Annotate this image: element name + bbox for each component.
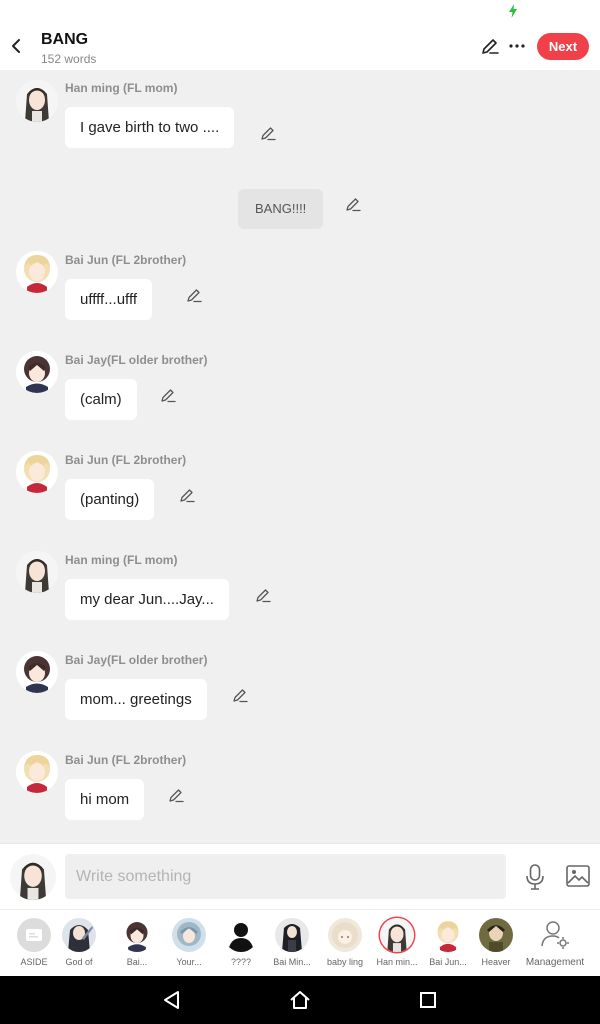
avatar-god-of [62, 918, 96, 952]
message-bubble[interactable]: (calm) [65, 379, 137, 420]
system-nav-bar [0, 976, 600, 1024]
message-bubble[interactable]: my dear Jun....Jay... [65, 579, 229, 620]
current-speaker-avatar[interactable] [10, 854, 56, 900]
avatar-bai-min [275, 918, 309, 952]
character-item[interactable]: Heaver [474, 918, 518, 967]
message-bubble[interactable]: I gave birth to two .... [65, 107, 235, 148]
edit-message-icon[interactable] [179, 487, 195, 503]
avatar-baby-ling [328, 918, 362, 952]
character-label: ASIDE [20, 957, 48, 967]
edit-message-icon[interactable] [232, 687, 248, 703]
avatar-bai-jay[interactable] [16, 651, 58, 693]
message-input[interactable]: Write something [65, 854, 506, 899]
aside-bubble[interactable]: BANG!!!! [238, 189, 324, 229]
character-item[interactable]: ???? [216, 918, 266, 967]
image-icon[interactable] [566, 865, 590, 887]
character-item[interactable]: Bai Jun... [423, 918, 473, 967]
avatar-silhouette [224, 918, 258, 952]
more-options-icon[interactable] [508, 36, 526, 56]
avatar-bai-jun[interactable] [16, 751, 58, 793]
character-label: Bai Jun... [429, 957, 467, 967]
management-label: Management [525, 957, 585, 968]
character-label: baby ling [326, 957, 364, 967]
management-icon [541, 921, 569, 949]
edit-message-icon[interactable] [186, 287, 202, 303]
avatar-bai-jun[interactable] [16, 451, 58, 493]
message-bubble[interactable]: (panting) [65, 479, 155, 520]
nav-back-icon[interactable] [160, 988, 184, 1012]
avatar-bai-jun [431, 918, 465, 952]
character-label: Han min... [376, 957, 418, 967]
microphone-icon[interactable] [524, 863, 546, 891]
edit-message-icon[interactable] [345, 196, 361, 212]
character-item-selected[interactable]: Han min... [372, 918, 422, 967]
story-title: BANG [41, 31, 89, 48]
charging-bolt-icon [509, 4, 517, 18]
character-label: Bai... [126, 957, 148, 967]
avatar-your [172, 918, 206, 952]
character-item[interactable]: Your... [164, 918, 214, 967]
character-item[interactable]: Bai Min... [267, 918, 317, 967]
edit-title-icon[interactable] [480, 36, 500, 56]
aside-icon [17, 918, 51, 952]
avatar-bai-jay[interactable] [16, 351, 58, 393]
avatar-heaver [479, 918, 513, 952]
character-label: Your... [176, 957, 202, 967]
speaker-name: Han ming (FL mom) [65, 81, 178, 95]
message-bubble[interactable]: uffff...ufff [65, 279, 153, 320]
avatar-bai-jun[interactable] [16, 251, 58, 293]
edit-message-icon[interactable] [168, 787, 184, 803]
speaker-name: Bai Jay(FL older brother) [65, 353, 208, 367]
avatar-han-ming [380, 918, 414, 952]
next-button[interactable]: Next [537, 33, 589, 60]
word-count: 152 words [41, 52, 97, 66]
speaker-name: Bai Jun (FL 2brother) [65, 253, 187, 267]
character-item[interactable]: God of [54, 918, 104, 967]
character-label: Heaver [481, 957, 511, 967]
character-bar: ASIDE God of Bai... Your... ???? Bai Min… [0, 909, 600, 976]
character-label: Bai Min... [273, 957, 311, 967]
edit-message-icon[interactable] [260, 125, 276, 141]
edit-message-icon[interactable] [160, 387, 176, 403]
character-aside[interactable]: ASIDE [9, 918, 59, 967]
composer-bar: Write something [0, 843, 600, 909]
nav-home-icon[interactable] [288, 988, 312, 1012]
message-bubble[interactable]: hi mom [65, 779, 145, 820]
speaker-name: Bai Jun (FL 2brother) [65, 453, 187, 467]
character-item[interactable]: Bai... [112, 918, 162, 967]
avatar-han-ming[interactable] [16, 551, 58, 593]
avatar-bai-jay [120, 918, 154, 952]
character-label: God of [65, 957, 93, 967]
speaker-name: Han ming (FL mom) [65, 553, 178, 567]
message-bubble[interactable]: mom... greetings [65, 679, 207, 720]
edit-message-icon[interactable] [255, 587, 271, 603]
character-label: ???? [230, 957, 252, 967]
app-bar: BANG 152 words Next [0, 24, 600, 70]
character-item[interactable]: baby ling [320, 918, 370, 967]
speaker-name: Bai Jay(FL older brother) [65, 653, 208, 667]
management-button[interactable]: Management [524, 918, 586, 968]
speaker-name: Bai Jun (FL 2brother) [65, 753, 187, 767]
avatar-han-ming[interactable] [16, 80, 58, 122]
chat-area[interactable]: Han ming (FL mom) I gave birth to two ..… [0, 70, 600, 843]
status-bar [0, 0, 600, 24]
back-arrow-icon[interactable] [6, 34, 28, 58]
nav-recents-icon[interactable] [416, 988, 440, 1012]
